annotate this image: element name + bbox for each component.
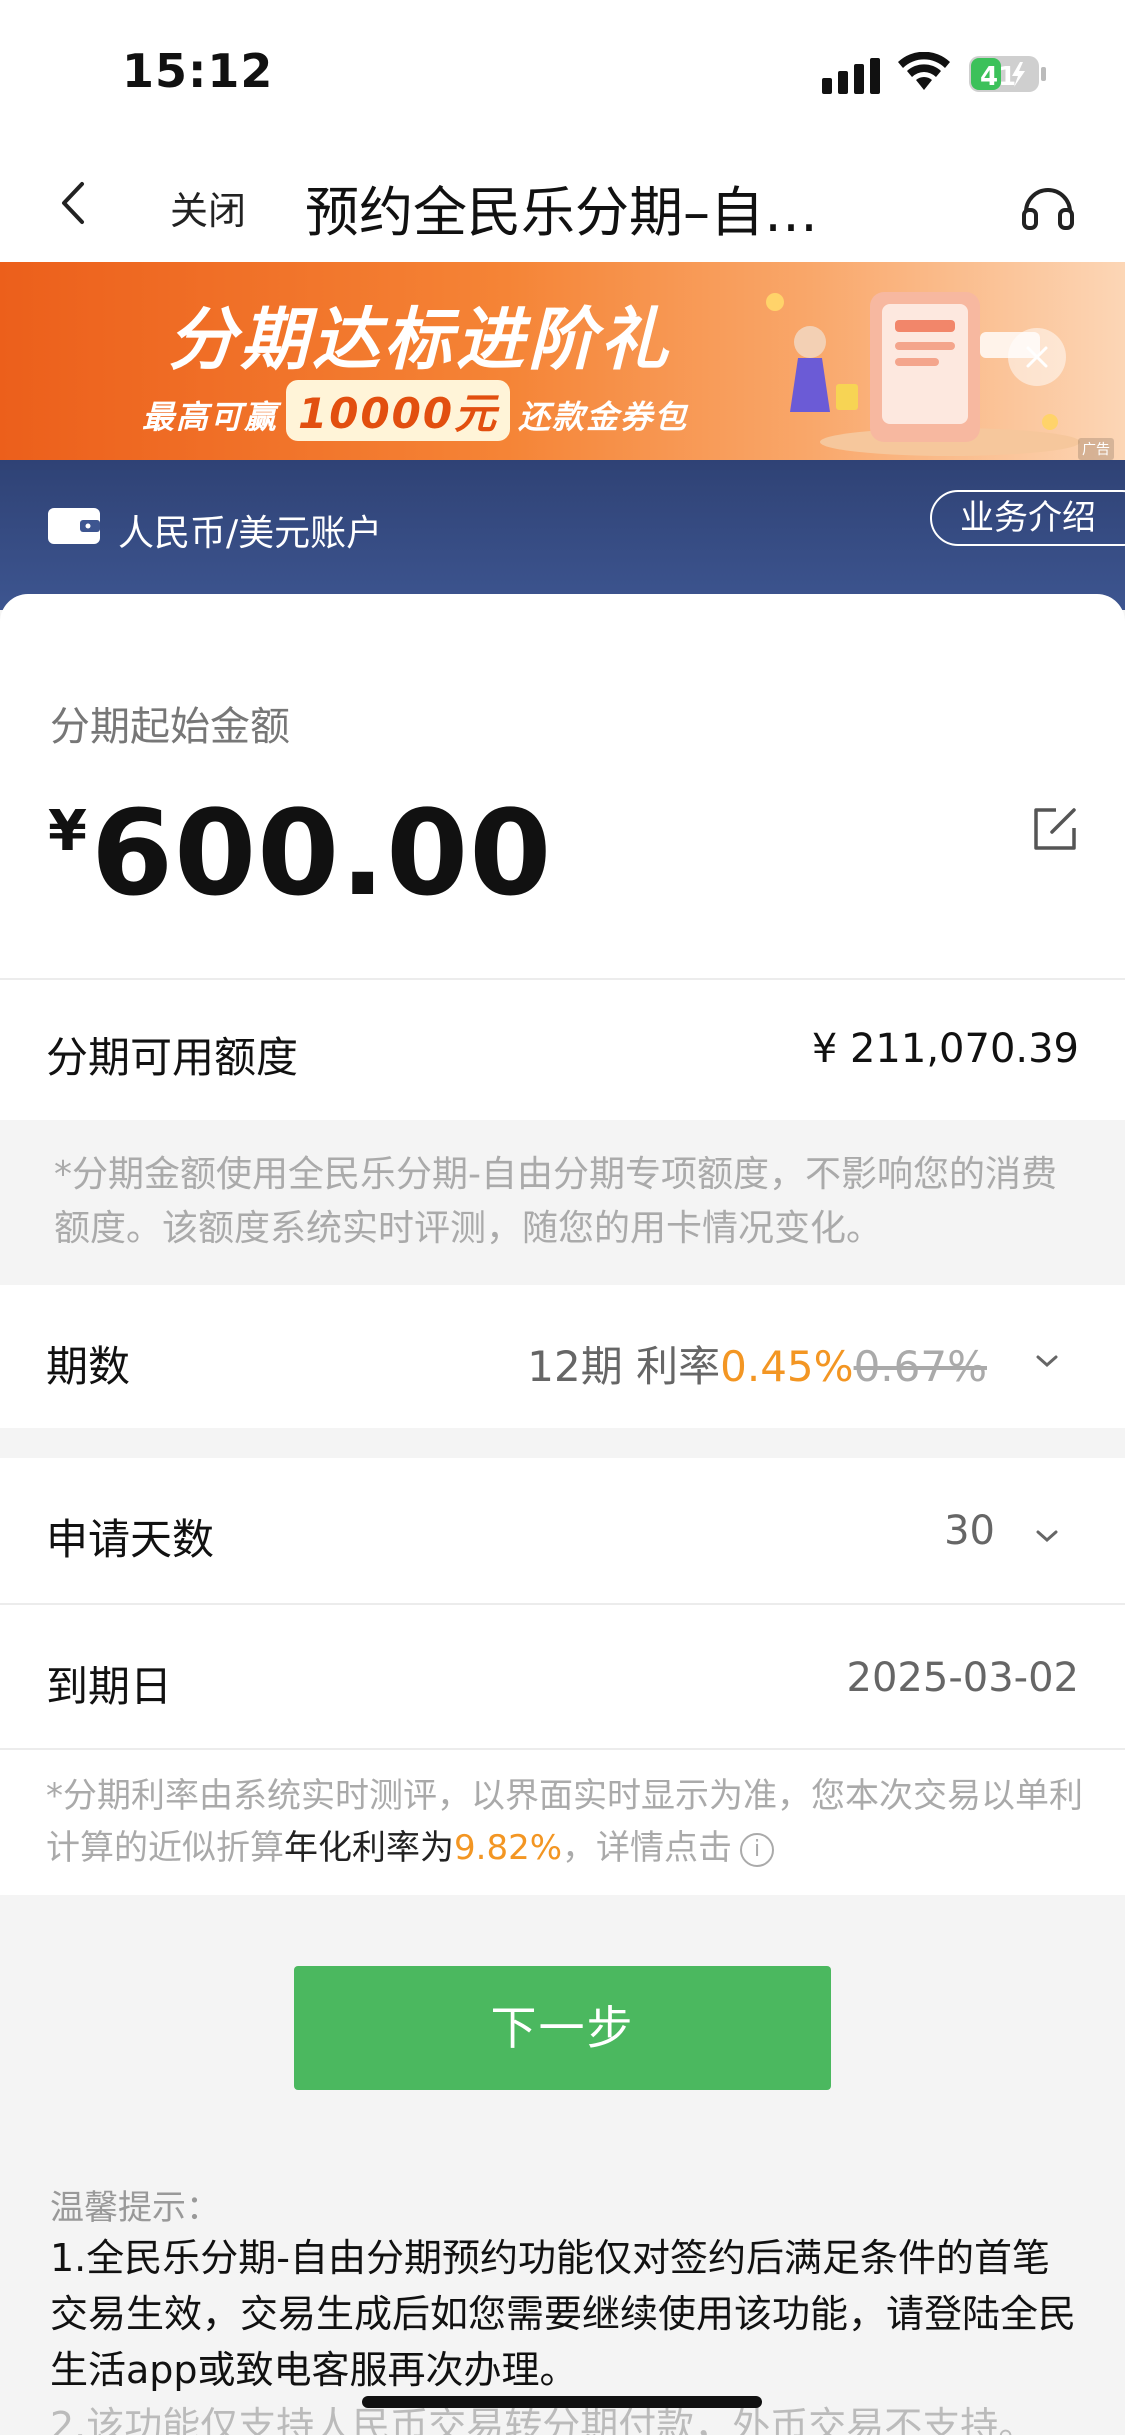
days-row[interactable]: 申请天数 30 [0, 1458, 1125, 1603]
account-label: 人民币/美元账户 [118, 513, 383, 554]
rate-note-apr: 9.82% [454, 1828, 563, 1868]
business-intro-button[interactable]: 业务介绍 [930, 490, 1125, 546]
page-title: 预约全民乐分期–自… [305, 181, 818, 244]
days-value: 30 [944, 1508, 995, 1554]
banner-sub-prefix: 最高可赢 [142, 398, 279, 436]
due-value: 2025-03-02 [846, 1655, 1079, 1701]
rate-note-details: ，详情点击 [562, 1828, 733, 1868]
headset-icon[interactable] [1020, 178, 1076, 234]
start-amount-label: 分期起始金额 [50, 704, 290, 750]
tip-item-1: 1.全民乐分期-自由分期预约功能仅对签约后满足条件的首笔交易生效，交易生成后如您… [50, 2236, 1077, 2392]
rate-note-apr-label: 年化利率为 [284, 1828, 454, 1868]
currency-symbol: ¥ [48, 799, 87, 864]
edit-icon[interactable] [1030, 804, 1080, 854]
wallet-icon [48, 508, 100, 544]
banner-sub-suffix: 还款金券包 [518, 398, 689, 436]
status-time: 15:12 [122, 44, 274, 98]
banner-amount: 10000元 [286, 380, 511, 441]
start-amount: ¥600.00 [48, 784, 552, 922]
home-indicator[interactable] [362, 2396, 762, 2408]
cellular-signal-icon [822, 58, 880, 94]
tips-title: 温馨提示： [50, 2188, 220, 2228]
quota-row: 分期可用额度 ¥ 211,070.39 [0, 980, 1125, 1120]
battery-level: 41 [980, 62, 1016, 92]
banner-subtitle: 最高可赢 10000元 还款金券包 [142, 380, 688, 441]
periods-label: 期数 [46, 1342, 131, 1391]
periods-row[interactable]: 期数 12期 利率0.45%0.67% [0, 1285, 1125, 1428]
wifi-icon [898, 52, 950, 90]
quota-note-block: *分期金额使用全民乐分期-自由分期专项额度，不影响您的消费额度。该额度系统实时评… [0, 1120, 1125, 1285]
due-label: 到期日 [46, 1662, 173, 1711]
close-link[interactable]: 关闭 [170, 180, 246, 235]
page: 15:12 41 关闭 预约全民乐分期–自… 分期达标进阶礼 最高可赢 1000… [0, 0, 1125, 2435]
rate-current: 0.45% [720, 1342, 854, 1391]
nav-bar: 关闭 预约全民乐分期–自… [0, 150, 1125, 262]
rate-note[interactable]: *分期利率由系统实时测评，以界面实时显示为准，您本次交易以单利计算的近似折算年化… [46, 1770, 1086, 1874]
quota-label: 分期可用额度 [46, 1033, 299, 1082]
banner-title: 分期达标进阶礼 [168, 301, 673, 380]
next-button[interactable]: 下一步 [294, 1966, 831, 2090]
days-label: 申请天数 [46, 1515, 215, 1564]
chevron-down-icon[interactable] [1034, 1353, 1060, 1369]
account-header: 人民币/美元账户 业务介绍 [0, 460, 1125, 610]
due-date-row: 到期日 2025-03-02 [0, 1605, 1125, 1748]
info-icon[interactable]: i [740, 1832, 775, 1867]
rate-note-block: *分期利率由系统实时测评，以界面实时显示为准，您本次交易以单利计算的近似折算年化… [0, 1750, 1125, 1895]
periods-value: 12期 利率0.45%0.67% [527, 1333, 987, 1394]
periods-count: 12期 [527, 1342, 623, 1391]
rate-original: 0.67% [853, 1342, 987, 1391]
quota-value: ¥ 211,070.39 [811, 1026, 1079, 1072]
chevron-down-icon[interactable] [1034, 1528, 1060, 1544]
battery-icon: 41 [968, 54, 1048, 94]
amount-card: 分期起始金额 ¥600.00 [0, 594, 1125, 979]
status-bar: 15:12 41 [0, 0, 1125, 150]
quota-note: *分期金额使用全民乐分期-自由分期专项额度，不影响您的消费额度。该额度系统实时评… [54, 1154, 1057, 1249]
start-amount-value: 600.00 [90, 784, 553, 922]
banner-close-icon[interactable] [1008, 328, 1066, 386]
rate-label: 利率 [636, 1342, 721, 1391]
back-chevron-icon[interactable] [48, 172, 98, 234]
ad-tag: 广告 [1078, 438, 1114, 460]
promo-banner[interactable]: 分期达标进阶礼 最高可赢 10000元 还款金券包 广告 [0, 262, 1125, 460]
